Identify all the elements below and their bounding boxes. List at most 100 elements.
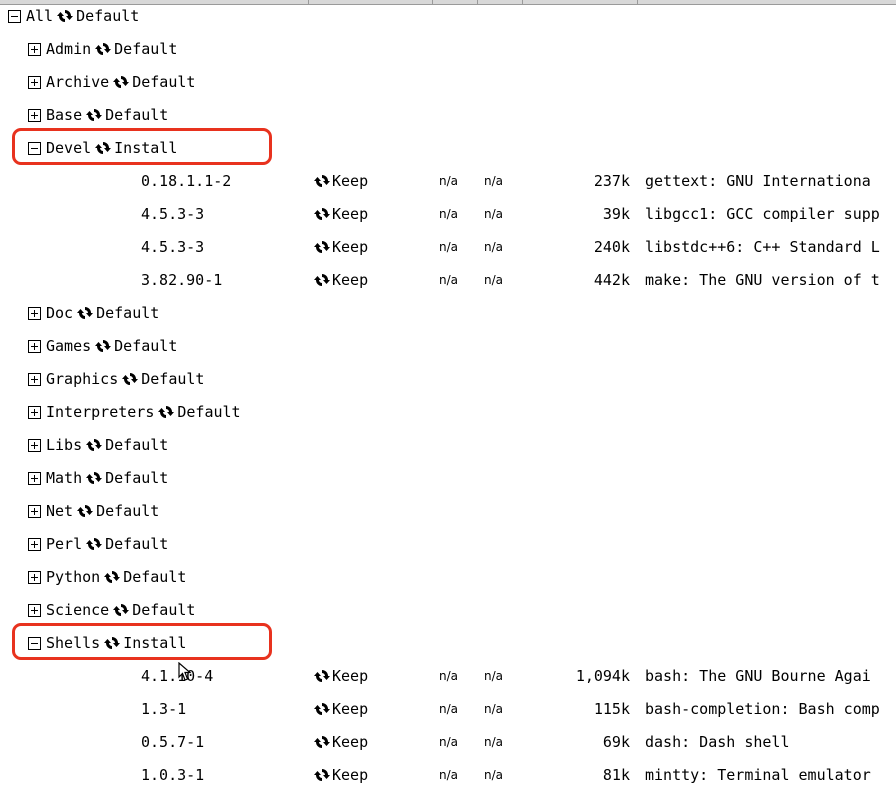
category-action[interactable]: Default: [123, 567, 186, 587]
category-node[interactable]: All Default: [8, 6, 139, 26]
package-src-checkbox[interactable]: n/a: [439, 270, 458, 290]
category-action[interactable]: Default: [105, 534, 168, 554]
cycle-icon[interactable]: [77, 503, 94, 519]
package-src-checkbox[interactable]: n/a: [439, 204, 458, 224]
package-action[interactable]: Keep: [314, 270, 368, 290]
category-node[interactable]: Python Default: [28, 567, 186, 587]
package-bin-checkbox[interactable]: n/a: [484, 204, 503, 224]
package-bin-checkbox[interactable]: n/a: [484, 666, 503, 686]
category-action[interactable]: Default: [114, 39, 177, 59]
package-action-label[interactable]: Keep: [332, 237, 368, 257]
package-src-checkbox[interactable]: n/a: [439, 666, 458, 686]
cycle-icon[interactable]: [104, 569, 121, 585]
expand-icon[interactable]: [28, 42, 41, 56]
package-bin-checkbox[interactable]: n/a: [484, 732, 503, 752]
package-action[interactable]: Keep: [314, 171, 368, 191]
cycle-icon[interactable]: [86, 437, 103, 453]
cycle-icon[interactable]: [86, 536, 103, 552]
category-action[interactable]: Default: [96, 303, 159, 323]
category-action[interactable]: Default: [105, 435, 168, 455]
expand-icon[interactable]: [28, 339, 41, 353]
package-row[interactable]: 1.0.3-1 Keep n/a n/a 81k mintty: Terminal emu…: [0, 759, 896, 792]
collapse-icon[interactable]: [28, 141, 41, 155]
category-action[interactable]: Default: [177, 402, 240, 422]
cycle-icon[interactable]: [95, 338, 112, 354]
cycle-icon[interactable]: [122, 371, 139, 387]
category-node[interactable]: Math Default: [28, 468, 168, 488]
category-action[interactable]: Default: [96, 501, 159, 521]
category-node[interactable]: Base Default: [28, 105, 168, 125]
expand-icon[interactable]: [28, 108, 41, 122]
expand-icon[interactable]: [28, 306, 41, 320]
category-action[interactable]: Install: [123, 633, 186, 653]
package-action[interactable]: Keep: [314, 732, 368, 752]
category-action[interactable]: Default: [141, 369, 204, 389]
category-node[interactable]: Graphics Default: [28, 369, 204, 389]
expand-icon[interactable]: [28, 471, 41, 485]
expand-icon[interactable]: [28, 537, 41, 551]
package-action-label[interactable]: Keep: [332, 204, 368, 224]
package-row[interactable]: 0.5.7-1 Keep n/a n/a 69k dash: Dash shell: [0, 726, 896, 759]
category-action[interactable]: Default: [105, 468, 168, 488]
category-action[interactable]: Default: [76, 6, 139, 26]
category-node[interactable]: Devel Install: [28, 138, 177, 158]
package-row[interactable]: 4.5.3-3 Keep n/a n/a 240k libstdc++6: C++ Sta…: [0, 231, 896, 264]
cycle-icon[interactable]: [314, 668, 330, 684]
package-row[interactable]: 4.1.10-4 Keep n/a n/a 1,094k bash: The GNU Bo…: [0, 660, 896, 693]
cycle-icon[interactable]: [95, 140, 112, 156]
expand-icon[interactable]: [28, 504, 41, 518]
cycle-icon[interactable]: [77, 305, 94, 321]
cycle-icon[interactable]: [314, 206, 330, 222]
cycle-icon[interactable]: [86, 107, 103, 123]
package-src-checkbox[interactable]: n/a: [439, 171, 458, 191]
cycle-icon[interactable]: [104, 635, 121, 651]
package-action[interactable]: Keep: [314, 765, 368, 785]
category-action[interactable]: Install: [114, 138, 177, 158]
category-node[interactable]: Perl Default: [28, 534, 168, 554]
expand-icon[interactable]: [28, 438, 41, 452]
package-bin-checkbox[interactable]: n/a: [484, 765, 503, 785]
package-action-label[interactable]: Keep: [332, 765, 368, 785]
expand-icon[interactable]: [28, 405, 41, 419]
cycle-icon[interactable]: [57, 8, 74, 24]
cycle-icon[interactable]: [314, 701, 330, 717]
package-action[interactable]: Keep: [314, 237, 368, 257]
category-node[interactable]: Shells Install: [28, 633, 186, 653]
package-action-label[interactable]: Keep: [332, 699, 368, 719]
package-bin-checkbox[interactable]: n/a: [484, 237, 503, 257]
cycle-icon[interactable]: [86, 470, 103, 486]
category-node[interactable]: Doc Default: [28, 303, 159, 323]
expand-icon[interactable]: [28, 603, 41, 617]
cycle-icon[interactable]: [113, 74, 130, 90]
category-node[interactable]: Libs Default: [28, 435, 168, 455]
category-node[interactable]: Archive Default: [28, 72, 195, 92]
package-row[interactable]: 0.18.1.1-2 Keep n/a n/a 237k gettext: GNU Int…: [0, 165, 896, 198]
expand-icon[interactable]: [28, 570, 41, 584]
category-node[interactable]: Admin Default: [28, 39, 177, 59]
expand-icon[interactable]: [28, 372, 41, 386]
cycle-icon[interactable]: [314, 173, 330, 189]
package-bin-checkbox[interactable]: n/a: [484, 699, 503, 719]
package-action[interactable]: Keep: [314, 204, 368, 224]
package-row[interactable]: 3.82.90-1 Keep n/a n/a 442k make: The GNU ver…: [0, 264, 896, 297]
package-row[interactable]: 1.3-1 Keep n/a n/a 115k bash-completion: Bash…: [0, 693, 896, 726]
category-node[interactable]: Games Default: [28, 336, 177, 356]
cycle-icon[interactable]: [95, 41, 112, 57]
package-action[interactable]: Keep: [314, 699, 368, 719]
package-action-label[interactable]: Keep: [332, 171, 368, 191]
category-action[interactable]: Default: [132, 72, 195, 92]
cycle-icon[interactable]: [158, 404, 175, 420]
collapse-icon[interactable]: [8, 9, 21, 23]
category-action[interactable]: Default: [114, 336, 177, 356]
cycle-icon[interactable]: [314, 767, 330, 783]
expand-icon[interactable]: [28, 75, 41, 89]
package-src-checkbox[interactable]: n/a: [439, 732, 458, 752]
cycle-icon[interactable]: [314, 239, 330, 255]
package-bin-checkbox[interactable]: n/a: [484, 270, 503, 290]
collapse-icon[interactable]: [28, 636, 41, 650]
cycle-icon[interactable]: [314, 272, 330, 288]
package-src-checkbox[interactable]: n/a: [439, 237, 458, 257]
category-node[interactable]: Interpreters Default: [28, 402, 241, 422]
package-action-label[interactable]: Keep: [332, 666, 368, 686]
category-action[interactable]: Default: [105, 105, 168, 125]
